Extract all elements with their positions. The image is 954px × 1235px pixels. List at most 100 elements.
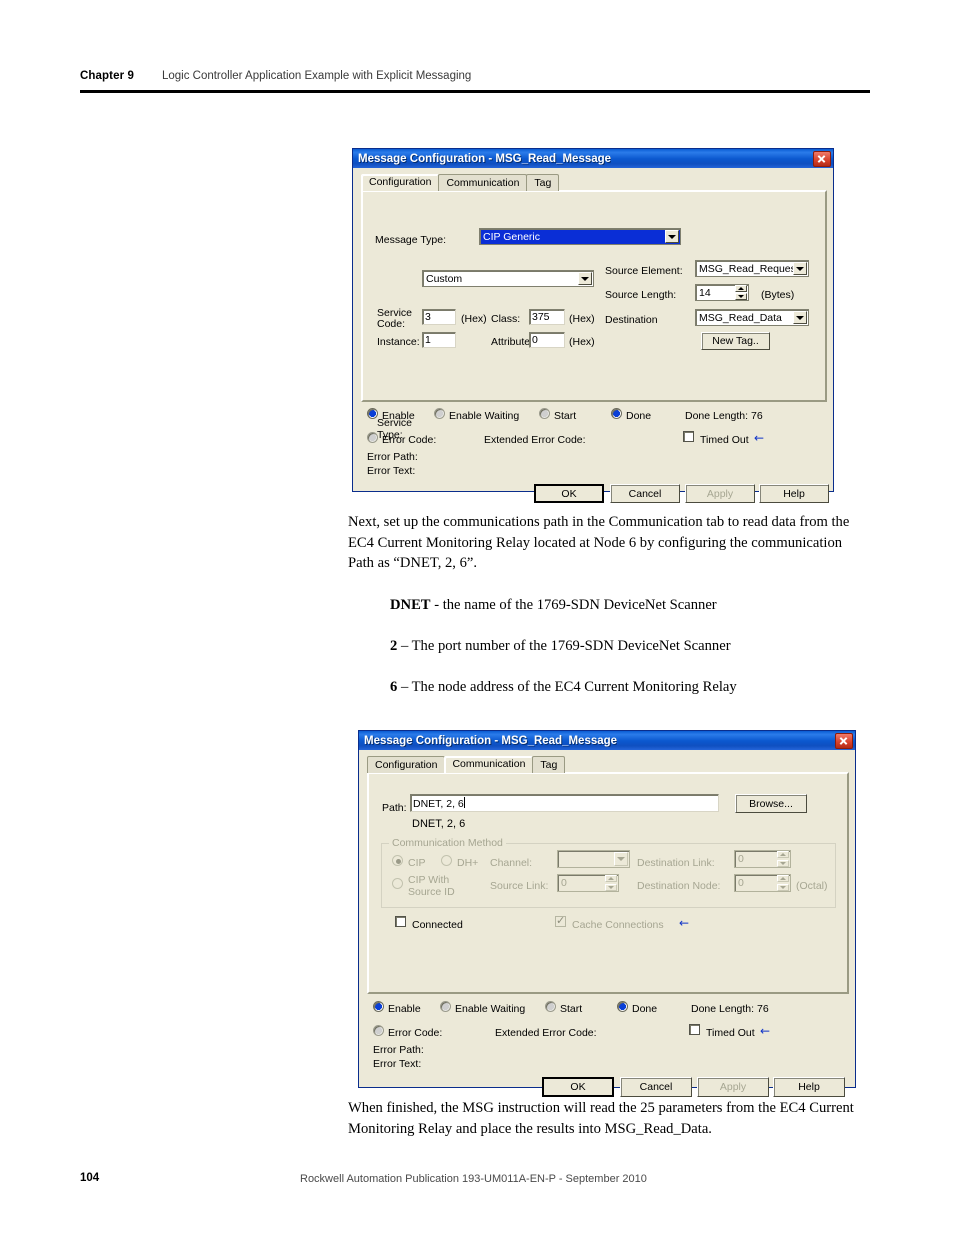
dialog1-tab-panel <box>361 190 827 402</box>
error-path-label: Error Path: <box>373 1044 424 1056</box>
done-length-label: Done Length: <box>691 1003 755 1015</box>
service-code-label-line2: Code: <box>377 318 406 330</box>
attribute-input[interactable]: 0 <box>529 332 565 348</box>
close-icon[interactable] <box>813 150 831 167</box>
chapter-label: Chapter 9 <box>80 70 134 82</box>
tab-configuration-label: Configuration <box>369 176 432 188</box>
left-arrow-annotation-icon: ← <box>760 1024 771 1038</box>
dialog1-title: Message Configuration - MSG_Read_Message <box>358 152 612 165</box>
service-type-value: Custom <box>422 270 594 287</box>
status-done-radio[interactable] <box>611 408 622 419</box>
status-start-radio[interactable] <box>545 1001 556 1012</box>
destination-node-spinner[interactable]: 0 <box>734 874 791 892</box>
status-enable-label: Enable <box>382 410 415 422</box>
bullet-dnet: DNET - the name of the 1769-SDN DeviceNe… <box>390 595 870 615</box>
cancel-button[interactable]: Cancel <box>610 484 680 503</box>
source-length-label: Source Length: <box>605 289 677 301</box>
spinner-up-icon[interactable] <box>777 851 789 858</box>
source-link-spinner[interactable]: 0 <box>557 874 619 892</box>
tab-communication[interactable]: Communication <box>444 756 534 773</box>
help-button[interactable]: Help <box>759 484 829 503</box>
destination-node-label: Destination Node: <box>637 880 721 892</box>
connected-checkbox[interactable] <box>395 916 406 927</box>
close-icon[interactable] <box>835 732 853 749</box>
message-type-combo[interactable]: CIP Generic <box>479 228 681 245</box>
status-start-radio[interactable] <box>539 408 550 419</box>
message-configuration-dialog-1[interactable]: Message Configuration - MSG_Read_Message… <box>352 148 834 503</box>
intro-paragraph: Next, set up the communications path in … <box>348 514 850 571</box>
extended-error-code-label: Extended Error Code: <box>495 1027 597 1039</box>
done-length-value: 76 <box>757 1003 769 1015</box>
chevron-down-icon[interactable] <box>578 272 592 285</box>
chevron-down-icon[interactable] <box>793 311 807 324</box>
dialog2-body: Configuration Communication Tag Path: DN… <box>359 750 855 1097</box>
cip-with-source-id-radio[interactable] <box>392 878 403 889</box>
cip-with-source-id-label-line1: CIP With <box>408 874 450 886</box>
done-length-label: Done Length: <box>685 410 749 422</box>
spinner-up-icon[interactable] <box>735 285 747 292</box>
attribute-label: Attribute: <box>491 336 534 348</box>
cip-with-source-id-label-line2: Source ID <box>408 886 455 898</box>
spinner-down-icon[interactable] <box>605 884 617 891</box>
instance-input[interactable]: 1 <box>422 332 456 348</box>
tab-configuration[interactable]: Configuration <box>361 174 440 191</box>
tab-tag[interactable]: Tag <box>526 174 560 191</box>
status-error-code-radio[interactable] <box>367 432 378 443</box>
help-button[interactable]: Help <box>773 1077 845 1097</box>
service-type-combo[interactable]: Custom <box>422 270 594 287</box>
chevron-down-icon[interactable] <box>793 262 807 275</box>
cancel-button[interactable]: Cancel <box>620 1077 692 1097</box>
dialog1-titlebar[interactable]: Message Configuration - MSG_Read_Message <box>353 149 833 168</box>
ok-button[interactable]: OK <box>542 1077 614 1097</box>
spinner-down-icon[interactable] <box>777 884 789 891</box>
chevron-down-icon[interactable] <box>614 852 628 866</box>
bullet-port: 2 – The port number of the 1769-SDN Devi… <box>390 636 870 656</box>
source-length-spinner[interactable]: 14 <box>695 284 749 301</box>
spinner-down-icon[interactable] <box>777 860 789 867</box>
tab-tag-label: Tag <box>540 759 558 771</box>
channel-combo[interactable] <box>557 850 630 868</box>
browse-button[interactable]: Browse... <box>735 794 807 813</box>
status-error-code-radio[interactable] <box>373 1025 384 1036</box>
destination-link-spinner[interactable]: 0 <box>734 850 791 868</box>
status-enable-radio[interactable] <box>367 408 378 419</box>
cache-connections-checkbox <box>555 914 566 927</box>
status-enable-waiting-radio[interactable] <box>440 1001 451 1012</box>
bullet-dnet-term: DNET <box>390 597 431 613</box>
timed-out-checkbox[interactable] <box>683 431 694 442</box>
class-input[interactable]: 375 <box>529 309 565 325</box>
status-enable-waiting-label: Enable Waiting <box>449 410 520 422</box>
new-tag-button[interactable]: New Tag.. <box>701 332 770 350</box>
tab-configuration[interactable]: Configuration <box>367 756 446 773</box>
tab-tag[interactable]: Tag <box>532 756 566 773</box>
error-code-label: Error Code: <box>382 434 437 446</box>
status-start-label: Start <box>560 1003 583 1015</box>
service-code-input[interactable]: 3 <box>422 309 456 325</box>
message-configuration-dialog-2[interactable]: Message Configuration - MSG_Read_Message… <box>358 730 856 1097</box>
dialog2-titlebar[interactable]: Message Configuration - MSG_Read_Message <box>359 731 855 750</box>
path-resolved-label: DNET, 2, 6 <box>412 818 466 830</box>
tab-communication[interactable]: Communication <box>438 174 528 191</box>
spinner-up-icon[interactable] <box>777 875 789 882</box>
dhplus-radio[interactable] <box>441 855 452 866</box>
source-element-value: MSG_Read_Request <box>695 260 809 277</box>
chevron-down-icon[interactable] <box>665 230 679 243</box>
ok-button[interactable]: OK <box>534 484 604 503</box>
status-enable-waiting-radio[interactable] <box>434 408 445 419</box>
dialog1-body: Configuration Communication Tag Message … <box>353 168 833 503</box>
destination-value: MSG_Read_Data <box>695 309 809 326</box>
status-enable-waiting-label: Enable Waiting <box>455 1003 526 1015</box>
class-label: Class: <box>491 313 521 325</box>
status-done-radio[interactable] <box>617 1001 628 1012</box>
status-enable-radio[interactable] <box>373 1001 384 1012</box>
left-arrow-annotation-icon: ← <box>754 431 765 445</box>
connected-label: Connected <box>412 919 463 931</box>
cip-radio[interactable] <box>392 855 403 866</box>
timed-out-checkbox[interactable] <box>689 1024 700 1035</box>
path-input[interactable]: DNET, 2, 6 <box>410 794 719 812</box>
destination-combo[interactable]: MSG_Read_Data <box>695 309 809 326</box>
source-element-combo[interactable]: MSG_Read_Request <box>695 260 809 277</box>
message-type-label: Message Type: <box>375 234 447 246</box>
spinner-up-icon[interactable] <box>605 875 617 882</box>
spinner-down-icon[interactable] <box>735 293 747 300</box>
